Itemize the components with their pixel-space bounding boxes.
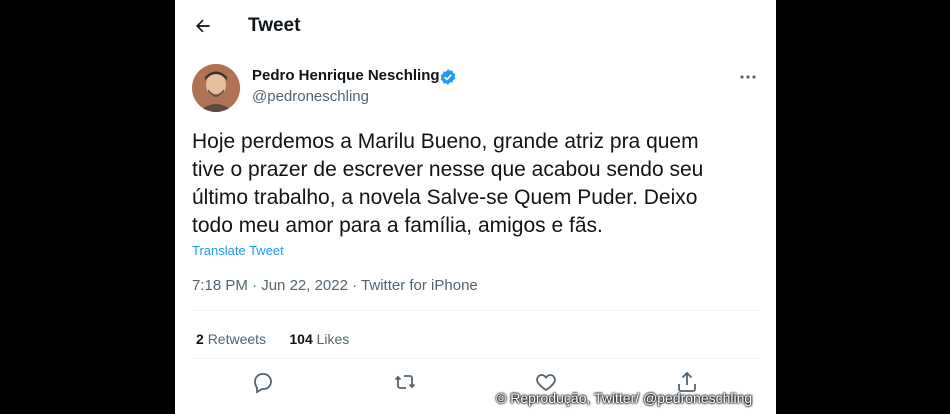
- header: Tweet: [175, 0, 776, 52]
- tweet-time[interactable]: 7:18 PM: [192, 277, 248, 294]
- reply-icon[interactable]: [251, 370, 275, 394]
- tweet-line: todo meu amor para a família, amigos e f…: [192, 214, 603, 237]
- tweet-text: Hoje perdemos a Marilu Bueno, grande atr…: [192, 128, 762, 240]
- retweet-icon[interactable]: [393, 370, 417, 394]
- verified-badge-icon: [440, 69, 456, 85]
- tweet-line: Hoje perdemos a Marilu Bueno, grande atr…: [192, 130, 699, 153]
- meta-separator: ·: [252, 277, 258, 294]
- photo-credit-watermark: © Reprodução, Twitter/ @pedroneschling: [496, 390, 753, 406]
- retweets-stat[interactable]: 2 Retweets: [196, 331, 266, 347]
- retweets-label: Retweets: [207, 331, 267, 347]
- tweet-card: Tweet Pedro Henrique Neschling @pedrones…: [175, 0, 776, 414]
- tweet-line: último trabalho, a novela Salve-se Quem …: [192, 186, 698, 209]
- arrow-left-icon[interactable]: [193, 16, 213, 36]
- tweet-source[interactable]: Twitter for iPhone: [361, 277, 478, 294]
- tweet-date[interactable]: Jun 22, 2022: [261, 277, 348, 294]
- tweet-stats: 2 Retweets 104 Likes: [196, 331, 349, 347]
- divider: [192, 310, 759, 311]
- likes-label: Likes: [316, 331, 350, 347]
- tweet-meta: 7:18 PM · Jun 22, 2022 · Twitter for iPh…: [192, 277, 478, 294]
- tweet-line: tive o prazer de escrever nesse que acab…: [192, 158, 704, 181]
- likes-stat[interactable]: 104 Likes: [289, 331, 349, 347]
- avatar[interactable]: [192, 64, 240, 112]
- author-name[interactable]: Pedro Henrique Neschling: [252, 67, 440, 84]
- likes-count: 104: [289, 331, 313, 347]
- translate-link[interactable]: Translate Tweet: [192, 243, 284, 258]
- retweets-count: 2: [196, 331, 204, 347]
- more-options-icon[interactable]: [739, 70, 757, 84]
- author-handle[interactable]: @pedroneschling: [252, 88, 369, 105]
- page-title: Tweet: [248, 15, 301, 36]
- meta-separator: ·: [352, 277, 358, 294]
- divider: [192, 358, 759, 359]
